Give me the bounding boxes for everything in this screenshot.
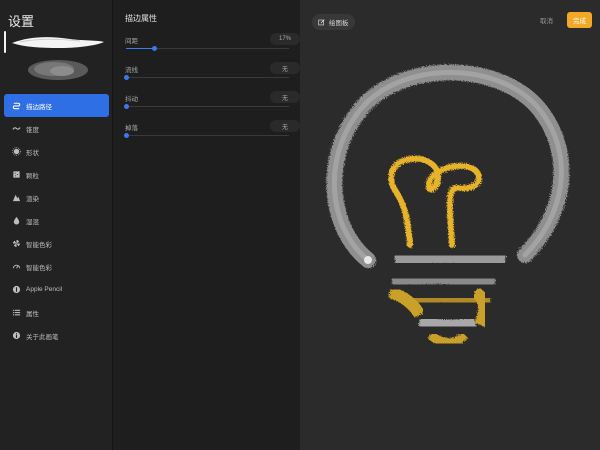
stroke-path-icon — [10, 100, 22, 112]
streamline-label: 流线 — [125, 67, 138, 74]
jitter-setting: 抖动 无 — [124, 91, 301, 115]
jitter-label: 抖动 — [125, 96, 138, 103]
spacing-slider-thumb[interactable] — [151, 46, 157, 51]
nav-item-color-dynamics[interactable]: 智能色彩 — [4, 232, 109, 255]
lightbulb-drawing — [326, 64, 570, 347]
spacing-slider-fill — [126, 48, 154, 49]
falloff-setting: 掉落 无 — [124, 120, 301, 144]
nav-label: 形状 — [26, 149, 39, 157]
nav-label: 描边路径 — [26, 103, 52, 111]
stroke-properties-panel: 描边属性 间距 17% 流线 无 抖动 无 掉落 无 — [112, 0, 300, 450]
nav-item-rendering[interactable]: 渲染 — [4, 186, 109, 209]
streamline-setting: 流线 无 — [124, 62, 301, 86]
jitter-value[interactable]: 无 — [270, 91, 300, 103]
jitter-slider[interactable] — [124, 104, 289, 109]
spacing-slider[interactable] — [126, 46, 289, 51]
nav-label: 智能色彩 — [26, 264, 52, 272]
streamline-slider-thumb[interactable] — [124, 75, 129, 80]
drawing-pad-button[interactable]: 绘图板 — [312, 14, 355, 30]
nav-item-shape[interactable]: 形状 — [4, 140, 109, 163]
nav-label: 渲染 — [26, 195, 39, 203]
jitter-slider-thumb[interactable] — [124, 104, 129, 109]
falloff-slider[interactable] — [124, 133, 289, 138]
streamline-value[interactable]: 无 — [270, 62, 300, 74]
rendering-icon — [10, 192, 22, 204]
nav-item-grain[interactable]: 颗粒 — [4, 163, 109, 186]
panel-title: 描边属性 — [125, 14, 157, 23]
sidebar-title: 设置 — [8, 14, 35, 29]
nav-item-taper[interactable]: 锥度 — [4, 117, 109, 140]
nav-label: 智能色彩 — [26, 241, 52, 249]
brush-stroke-preview[interactable] — [10, 32, 106, 54]
nav-item-properties[interactable]: 属性 — [4, 301, 109, 324]
nav-item-apple-pencil[interactable]: Apple Pencil — [4, 278, 109, 301]
nav-label: 湿混 — [26, 218, 39, 226]
spacing-label: 间距 — [125, 38, 138, 45]
done-button[interactable]: 完成 — [567, 12, 592, 28]
nav-label: 颗粒 — [26, 172, 39, 180]
drawing-pad-label: 绘图板 — [329, 20, 349, 27]
nav-item-wet-mix[interactable]: 湿混 — [4, 209, 109, 232]
nav-item-about-brush[interactable]: 关于此画笔 — [4, 324, 109, 347]
nav-label: Apple Pencil — [26, 286, 63, 293]
brush-stamp-preview[interactable] — [24, 56, 92, 84]
nav-item-stroke-path[interactable]: 描边路径 — [4, 94, 109, 117]
spacing-setting: 间距 17% — [125, 33, 301, 57]
wet-mix-icon — [10, 215, 22, 227]
settings-nav: 描边路径 锥度 形状 颗粒 渲染 湿混 智能色彩 智能色彩 Apple Penc… — [4, 94, 109, 347]
nav-label: 属性 — [26, 310, 39, 318]
grain-icon — [10, 169, 22, 181]
taper-icon — [10, 123, 22, 135]
selected-preview-marker — [4, 31, 6, 53]
nav-item-gauge[interactable]: 智能色彩 — [4, 255, 109, 278]
shape-icon — [10, 146, 22, 158]
sidebar: 设置 描边路径 锥度 形状 颗粒 渲染 湿混 智能色彩 智能色彩 Apple P… — [0, 0, 112, 450]
nav-label: 关于此画笔 — [26, 333, 59, 341]
falloff-value[interactable]: 无 — [270, 120, 300, 132]
edit-icon — [318, 18, 325, 25]
falloff-label: 掉落 — [125, 125, 138, 132]
spacing-value[interactable]: 17% — [270, 33, 300, 45]
cancel-button[interactable]: 取消 — [540, 15, 553, 25]
falloff-slider-thumb[interactable] — [124, 133, 129, 138]
apple-pencil-icon — [10, 284, 22, 296]
drawing-pad[interactable]: 绘图板 取消 完成 — [300, 0, 600, 450]
nav-label: 锥度 — [26, 126, 39, 134]
color-dynamics-icon — [10, 238, 22, 250]
properties-icon — [10, 307, 22, 319]
gauge-icon — [10, 261, 22, 273]
streamline-slider[interactable] — [124, 75, 289, 80]
info-icon — [10, 330, 22, 342]
